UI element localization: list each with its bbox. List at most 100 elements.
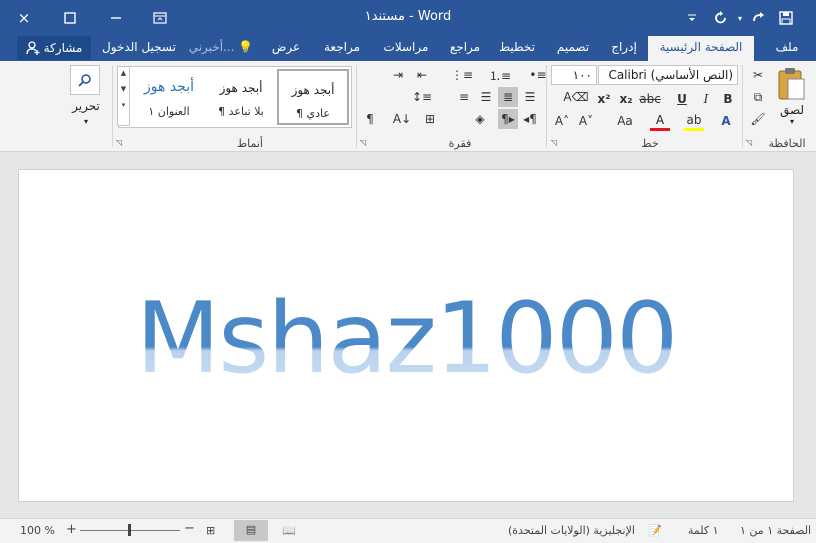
style-sample: أبجد هوز <box>219 81 263 95</box>
tab-references[interactable]: مراجع <box>444 36 486 61</box>
justify-icon[interactable]: ≡ <box>454 87 474 107</box>
clipboard-icon <box>778 68 805 100</box>
change-case-icon[interactable]: Aa <box>612 111 638 131</box>
numbering-icon[interactable]: ⒈≡ <box>489 65 511 85</box>
divider <box>546 65 547 147</box>
subscript-icon[interactable]: x₂ <box>616 89 636 109</box>
text-effects-icon[interactable]: A <box>716 111 736 131</box>
show-marks-icon[interactable]: ¶ <box>360 109 380 129</box>
style-normal[interactable]: أبجد هوز ¶ عادي <box>277 69 349 125</box>
share-button[interactable]: مشاركة <box>17 36 91 60</box>
print-layout-button[interactable]: ▤ <box>234 520 268 541</box>
proofing-icon[interactable]: 📝 <box>648 524 662 537</box>
share-label: مشاركة <box>43 41 83 55</box>
read-mode-icon[interactable]: 📖 <box>282 524 296 537</box>
divider <box>742 65 743 147</box>
shading-icon[interactable]: ◈ <box>470 109 490 129</box>
paste-label: لصق <box>779 103 805 117</box>
italic-icon[interactable]: I <box>696 89 716 109</box>
document-page[interactable]: Mshaz1000 <box>18 169 794 502</box>
underline-icon[interactable]: U <box>672 89 692 109</box>
ltr-direction-icon[interactable]: ¶▸ <box>498 109 518 129</box>
tab-layout[interactable]: تخطيط <box>494 36 540 61</box>
dialog-launcher-icon[interactable]: ◹ <box>746 138 752 147</box>
tab-mailings[interactable]: مراسلات <box>376 36 436 61</box>
bold-icon[interactable]: B <box>718 89 738 109</box>
document-text[interactable]: Mshaz1000 <box>19 290 793 388</box>
grow-font-icon[interactable]: A˄ <box>552 111 572 131</box>
highlight-icon[interactable]: ab <box>684 111 704 131</box>
font-name-value: (النص الأساسي) Calibri <box>608 68 733 82</box>
zoom-in-icon[interactable]: + <box>66 522 77 537</box>
font-color-icon[interactable]: A <box>650 111 670 131</box>
find-button[interactable] <box>70 65 100 95</box>
paste-button[interactable]: لصق ▾ <box>772 65 812 126</box>
bullets-icon[interactable]: •≡ <box>528 65 548 85</box>
style-no-spacing[interactable]: أبجد هوز ¶ بلا تباعد <box>205 69 277 125</box>
strikethrough-icon[interactable]: abc <box>639 89 661 109</box>
font-size-combo[interactable]: ١٠٠ <box>551 65 597 85</box>
web-layout-icon[interactable]: ⊞ <box>206 524 215 537</box>
superscript-icon[interactable]: x² <box>594 89 614 109</box>
editing-button[interactable]: تحرير ▾ <box>64 99 108 127</box>
multilevel-list-icon[interactable]: ⋮≡ <box>451 65 473 85</box>
paragraph-group-label: فقرة <box>448 137 472 150</box>
divider <box>112 65 113 147</box>
style-name: العنوان ١ <box>148 105 190 118</box>
zoom-out-icon[interactable]: − <box>184 521 195 536</box>
clear-formatting-icon[interactable]: A⌫ <box>563 87 588 107</box>
zoom-level[interactable]: 100 % <box>20 524 55 537</box>
increase-indent-icon[interactable]: ⇥ <box>388 65 408 85</box>
customize-qat-icon[interactable] <box>680 0 704 36</box>
dialog-launcher-icon[interactable]: ◹ <box>360 138 366 147</box>
copy-icon[interactable]: ⧉ <box>748 87 768 107</box>
tab-view[interactable]: عرض <box>266 36 306 61</box>
tab-review[interactable]: مراجعة <box>316 36 368 61</box>
zoom-slider-thumb[interactable] <box>128 524 131 536</box>
shrink-font-icon[interactable]: A˅ <box>576 111 596 131</box>
align-center-icon[interactable]: ≣ <box>498 87 518 107</box>
person-add-icon <box>25 41 40 55</box>
signin-link[interactable]: تسجيل الدخول <box>98 36 180 61</box>
rtl-direction-icon[interactable]: ◂¶ <box>520 109 540 129</box>
style-heading-1[interactable]: أبجد هوز العنوان ١ <box>133 69 205 125</box>
font-group-label: خط <box>641 137 659 150</box>
tab-design[interactable]: تصميم <box>548 36 598 61</box>
search-icon <box>78 74 91 87</box>
more-styles-icon[interactable]: ▾ <box>118 101 129 109</box>
language-status[interactable]: الإنجليزية (الولايات المتحدة) <box>508 524 635 537</box>
undo-icon[interactable] <box>746 0 770 36</box>
repeat-icon[interactable] <box>708 0 734 36</box>
tab-insert[interactable]: إدراج <box>604 36 644 61</box>
decrease-indent-icon[interactable]: ⇤ <box>412 65 432 85</box>
dialog-launcher-icon[interactable]: ◹ <box>551 138 557 147</box>
cut-icon[interactable]: ✂ <box>748 65 768 85</box>
word-count[interactable]: ١ كلمة <box>688 524 719 537</box>
style-sample: أبجد هوز <box>291 83 335 97</box>
chevron-down-icon: ▾ <box>83 117 88 126</box>
styles-group-label: أنماط <box>236 137 263 150</box>
format-painter-icon[interactable]: 🖌 <box>748 109 768 129</box>
scroll-up-icon[interactable]: ▲ <box>118 69 129 77</box>
align-right-icon[interactable]: ☰ <box>520 87 540 107</box>
editing-label: تحرير <box>72 99 100 113</box>
tell-me-search[interactable]: أخبرني... 💡 <box>186 36 256 61</box>
save-icon[interactable] <box>774 0 798 36</box>
undo-dropdown-icon[interactable]: ▾ <box>734 0 746 36</box>
align-left-icon[interactable]: ☰ <box>476 87 496 107</box>
tab-home[interactable]: الصفحة الرئيسية <box>648 36 754 61</box>
sort-icon[interactable]: A↓ <box>392 109 412 129</box>
scroll-down-icon[interactable]: ▼ <box>118 85 129 93</box>
font-name-combo[interactable]: (النص الأساسي) Calibri <box>598 65 738 85</box>
clipboard-group-label: الحافظة <box>768 137 806 150</box>
tab-file[interactable]: ملف <box>764 36 810 61</box>
line-spacing-icon[interactable]: ↕≡ <box>412 87 432 107</box>
gallery-scroll[interactable]: ▲ ▼ ▾ <box>117 66 130 126</box>
ribbon-tabs: مشاركة تسجيل الدخول أخبرني... 💡 عرض مراج… <box>0 36 816 61</box>
page-number[interactable]: الصفحة ١ من ١ <box>740 524 811 537</box>
divider <box>356 65 357 147</box>
styles-gallery[interactable]: أبجد هوز ¶ عادي أبجد هوز ¶ بلا تباعد أبج… <box>118 66 352 128</box>
status-bar: 100 % + − ⊞ ▤ 📖 الإنجليزية (الولايات الم… <box>0 518 816 543</box>
dialog-launcher-icon[interactable]: ◹ <box>116 138 122 147</box>
borders-icon[interactable]: ⊞ <box>420 109 440 129</box>
